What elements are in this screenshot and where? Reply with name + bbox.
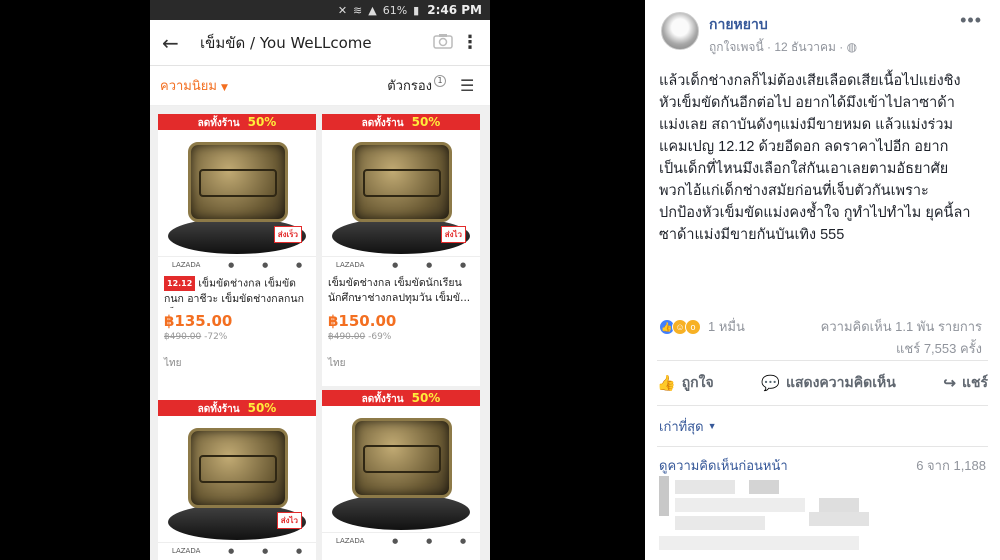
brand-logos: LAZADA ● ● ●: [158, 542, 316, 558]
more-options-icon[interactable]: •••: [960, 10, 982, 31]
thumbs-up-icon: 👍: [657, 375, 676, 392]
original-price: ฿490.00 -72%: [164, 332, 228, 342]
brand-logos: LAZADA ● ● ●: [322, 256, 480, 272]
sort-label: ความนิยม: [160, 79, 217, 94]
blurred-comment: [659, 476, 999, 560]
product-image: ลดทั้งร้าน 50% LAZADA ● ● ●: [322, 390, 480, 548]
overflow-menu-icon[interactable]: ⋮: [458, 32, 482, 53]
sort-dropdown[interactable]: ความนิยม ▼: [160, 75, 387, 96]
search-bar: ← เข็มขัด / You WeLLcome ⋮: [150, 20, 490, 66]
belt-buckle: [352, 142, 452, 222]
filter-label: ตัวกรอง: [387, 79, 432, 94]
post-line: เป็นเด็กที่ไหนมึงเลือกใส่กันเอาเลยตามอัธ…: [659, 161, 949, 177]
post-line: แคมเปญ 12.12 ด้วยอีดอก ลดราคาไปอีก อยาก: [659, 139, 949, 155]
promo-banner: ลดทั้งร้าน 50%: [322, 114, 480, 130]
product-image: ลดทั้งร้าน 50% ส่งไว LAZADA ● ● ●: [158, 400, 316, 558]
post-line: พวกไอ้แก่เด็กช่างสมัยก่อนที่เจ็บตัวกันเพ…: [659, 183, 929, 199]
post-header: กายหยาบ ถูกใจเพจนี้ · 12 ธันวาคม · ◍ •••: [645, 0, 1000, 64]
battery-level: 61%: [382, 3, 408, 17]
product-image: ลดทั้งร้าน 50% ส่งเร็ว LAZADA ● ● ●: [158, 114, 316, 272]
screenshot-stage: ✕ ≋ ▲ 61% ▮ 2:46 PM ← เข็มขัด / You WeLL…: [0, 0, 1000, 560]
belt-buckle: [352, 418, 452, 498]
product-card[interactable]: ลดทั้งร้าน 50% LAZADA ● ● ●: [322, 390, 480, 560]
list-view-icon[interactable]: ☰: [460, 76, 480, 95]
caret-down-icon: ▼: [220, 83, 228, 93]
brand-logos: LAZADA ● ● ●: [158, 256, 316, 272]
caret-down-icon: ▼: [707, 421, 717, 431]
share-button[interactable]: ↪ แชร์: [943, 372, 988, 394]
product-origin: ไทย: [164, 358, 182, 369]
share-arrow-icon: ↪: [943, 375, 956, 392]
phone-screen: ✕ ≋ ▲ 61% ▮ 2:46 PM ← เข็มขัด / You WeLL…: [150, 0, 490, 560]
promo-banner: ลดทั้งร้าน 50%: [158, 400, 316, 416]
post-meta: ถูกใจเพจนี้ · 12 ธันวาคม · ◍: [709, 40, 858, 54]
filter-button[interactable]: ตัวกรอง 1: [387, 75, 446, 96]
wow-reaction-icon: o: [685, 318, 701, 335]
speech-bubble-icon: 💬: [761, 375, 780, 392]
battery-icon: ▮: [413, 3, 420, 17]
post-line: ปกป้องหัวเข็มขัดแม่งคงช้ำใจ กูทำไปทำไม ย…: [659, 205, 971, 221]
campaign-tag: 12.12: [164, 276, 196, 291]
post-line: หัวเข็มขัดกันอีกต่อไป อยากได้มึงเข้าไปลา…: [659, 95, 955, 111]
product-card[interactable]: ลดทั้งร้าน 50% ส่งเร็ว LAZADA ● ● ● 12.12 เข็…: [158, 114, 316, 404]
author-name[interactable]: กายหยาบ: [709, 14, 768, 36]
product-grid: ลดทั้งร้าน 50% ส่งเร็ว LAZADA ● ● ● 12.12 เข็…: [150, 106, 490, 560]
comment-progress: 6 จาก 1,188: [916, 457, 986, 473]
shares-count[interactable]: แชร์ 7,553 ครั้ง: [896, 338, 982, 359]
comment-sort-dropdown[interactable]: เก่าที่สุด ▼: [645, 406, 1000, 446]
camera-icon[interactable]: [428, 33, 458, 53]
post-line: ซาด้าแม่งมีขายกันบันเทิง 555: [659, 227, 845, 243]
signal-icon: ▲: [368, 3, 377, 17]
promo-badge: ส่งเร็ว: [273, 226, 302, 243]
product-title: เข็มขัดช่างกล เข็มขัดนักเรียน นักศึกษาช่…: [328, 277, 471, 304]
product-origin: ไทย: [328, 358, 346, 369]
belt-strap: [332, 494, 470, 530]
product-price: ฿150.00: [328, 312, 397, 330]
belt-buckle: [188, 428, 288, 508]
avatar[interactable]: [661, 12, 699, 50]
filter-count-badge: 1: [434, 75, 446, 87]
like-button[interactable]: 👍 ถูกใจ: [657, 372, 714, 394]
product-price: ฿135.00: [164, 312, 233, 330]
product-card[interactable]: ลดทั้งร้าน 50% ส่งไว LAZADA ● ● ●: [158, 400, 316, 560]
comment-button[interactable]: 💬 แสดงความคิดเห็น: [761, 372, 896, 394]
post-line: แม่งเลย สถาบันดังๆแม่งมีขายหมด แล้วแม่งร…: [659, 117, 954, 133]
post-text: แล้วเด็กช่างกลก็ไม่ต้องเสียเลือดเสียเนื้…: [645, 64, 1000, 300]
mute-icon: ✕: [337, 3, 348, 17]
brand-logos: LAZADA ● ● ●: [322, 532, 480, 548]
clock: 2:46 PM: [427, 3, 482, 17]
post-line: แล้วเด็กช่างกลก็ไม่ต้องเสียเลือดเสียเนื้…: [659, 73, 961, 89]
product-card[interactable]: ลดทั้งร้าน 50% ส่งไว LAZADA ● ● ● เข็มขัดช่า…: [322, 114, 480, 386]
product-image: ลดทั้งร้าน 50% ส่งไว LAZADA ● ● ●: [322, 114, 480, 272]
view-previous-comments-link[interactable]: ดูความคิดเห็นก่อนหน้า: [659, 455, 916, 476]
filter-bar: ความนิยม ▼ ตัวกรอง 1 ☰: [150, 66, 490, 106]
promo-badge: ส่งไว: [440, 226, 466, 243]
search-input[interactable]: เข็มขัด / You WeLLcome: [186, 31, 428, 55]
post-stats: 👍 ☺ o 1 หมื่น ความคิดเห็น 1.1 พัน รายการ…: [645, 300, 1000, 360]
status-icons: ✕ ≋ ▲ 61% ▮: [338, 4, 419, 17]
belt-buckle: [188, 142, 288, 222]
status-bar: ✕ ≋ ▲ 61% ▮ 2:46 PM: [150, 0, 490, 20]
comments-count[interactable]: ความคิดเห็น 1.1 พัน รายการ: [821, 316, 982, 337]
globe-icon: ◍: [846, 40, 858, 54]
reactions-count: 1 หมื่น: [708, 319, 745, 334]
promo-banner: ลดทั้งร้าน 50%: [158, 114, 316, 130]
product-title: 12.12 เข็มขัดช่างกล เข็มขัดกนก อาชีวะ เข็…: [164, 276, 304, 308]
back-arrow-icon[interactable]: ←: [162, 31, 186, 55]
facebook-post: กายหยาบ ถูกใจเพจนี้ · 12 ธันวาคม · ◍ •••…: [645, 0, 1000, 560]
promo-banner: ลดทั้งร้าน 50%: [322, 390, 480, 406]
wifi-icon: ≋: [353, 3, 363, 17]
reactions-summary[interactable]: 👍 ☺ o 1 หมื่น: [659, 316, 745, 337]
action-bar: 👍 ถูกใจ 💬 แสดงความคิดเห็น ↪ แชร์: [657, 360, 988, 406]
original-price: ฿490.00 -69%: [328, 332, 392, 342]
promo-badge: ส่งไว: [276, 512, 302, 529]
